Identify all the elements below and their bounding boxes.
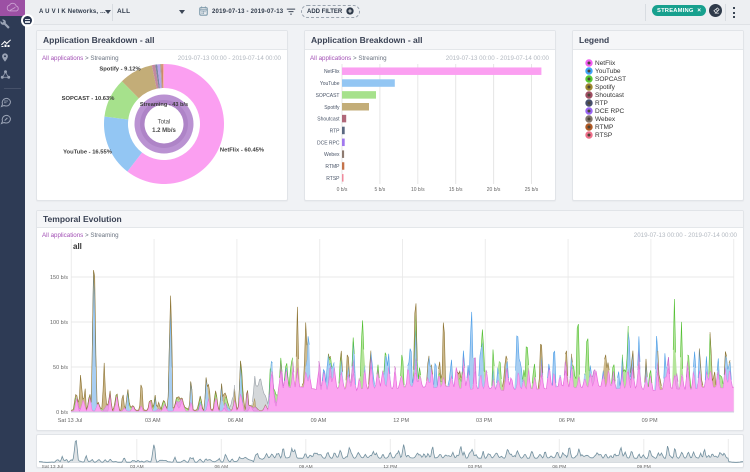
svg-text:5 b/s: 5 b/s [374, 187, 385, 193]
svg-text:0 b/s: 0 b/s [56, 410, 68, 416]
svg-text:03 PM: 03 PM [476, 418, 492, 424]
svg-text:Shoutcast: Shoutcast [317, 117, 340, 123]
svg-text:NetFlix - 60.45%: NetFlix - 60.45% [220, 148, 264, 154]
svg-text:Spotify - 9.12%: Spotify - 9.12% [99, 67, 140, 73]
svg-text:Spotify: Spotify [324, 105, 340, 111]
svg-text:RTMP: RTMP [325, 164, 340, 170]
svg-text:all: all [73, 242, 82, 251]
svg-text:09 PM: 09 PM [637, 464, 651, 469]
svg-text:Sat 13 Jul: Sat 13 Jul [42, 464, 63, 469]
svg-text:12 PM: 12 PM [393, 418, 409, 424]
svg-text:03 PM: 03 PM [468, 464, 482, 469]
svg-text:150 b/s: 150 b/s [50, 275, 68, 281]
svg-text:RTSP: RTSP [326, 176, 340, 182]
svg-text:15 b/s: 15 b/s [449, 187, 463, 193]
svg-text:1.2 Mb/s: 1.2 Mb/s [152, 128, 176, 134]
svg-text:25 b/s: 25 b/s [525, 187, 539, 193]
svg-text:03 AM: 03 AM [130, 464, 144, 469]
svg-text:RTP: RTP [330, 129, 341, 135]
svg-text:YouTube: YouTube [320, 81, 340, 87]
svg-text:0 b/s: 0 b/s [337, 187, 348, 193]
svg-text:Streaming - 43 b/s: Streaming - 43 b/s [140, 102, 188, 108]
svg-text:100 b/s: 100 b/s [50, 320, 68, 326]
svg-text:DCE RPC: DCE RPC [317, 140, 340, 146]
svg-text:20 b/s: 20 b/s [487, 187, 501, 193]
svg-text:Total: Total [158, 120, 171, 126]
svg-text:06 PM: 06 PM [559, 418, 575, 424]
svg-text:YouTube - 16.55%: YouTube - 16.55% [63, 150, 112, 156]
svg-text:NetFlix: NetFlix [324, 69, 340, 75]
svg-text:06 PM: 06 PM [552, 464, 566, 469]
svg-text:09 AM: 09 AM [311, 418, 327, 424]
svg-text:SOPCAST - 10.63%: SOPCAST - 10.63% [62, 96, 115, 102]
svg-text:Webex: Webex [324, 152, 340, 158]
svg-text:12 PM: 12 PM [383, 464, 397, 469]
svg-text:06 AM: 06 AM [214, 464, 228, 469]
svg-text:03 AM: 03 AM [145, 418, 161, 424]
svg-text:50 b/s: 50 b/s [53, 365, 68, 371]
svg-text:Sat 13 Jul: Sat 13 Jul [58, 418, 82, 424]
svg-text:09 PM: 09 PM [642, 418, 658, 424]
svg-text:SOPCAST: SOPCAST [316, 93, 340, 99]
svg-text:06 AM: 06 AM [228, 418, 244, 424]
svg-text:10 b/s: 10 b/s [411, 187, 425, 193]
svg-text:09 AM: 09 AM [299, 464, 313, 469]
